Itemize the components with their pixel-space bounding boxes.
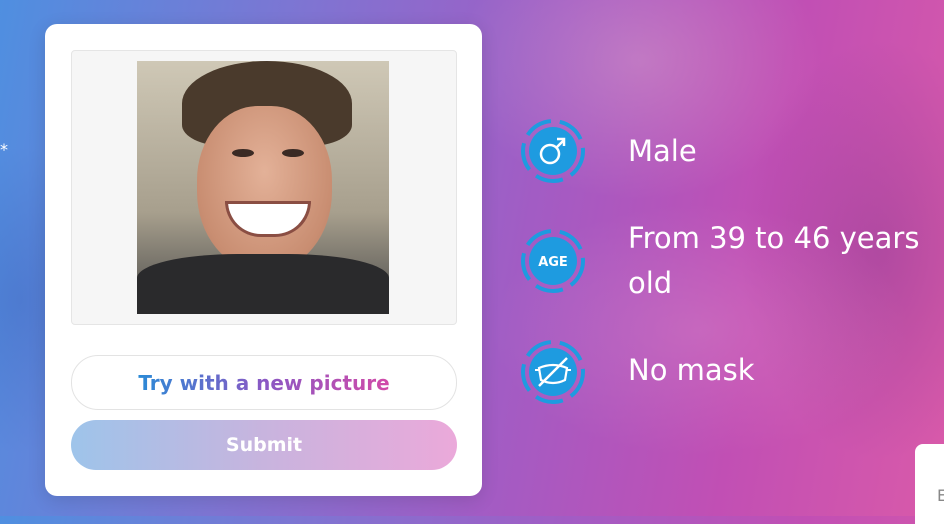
submit-label: Submit xyxy=(225,434,303,456)
uploaded-face-photo xyxy=(137,61,389,314)
submit-button[interactable]: Submit xyxy=(71,420,457,470)
age-result-text: From 39 to 46 years old xyxy=(628,216,919,306)
mask-off-icon xyxy=(521,340,585,404)
gender-result-text: Male xyxy=(628,134,697,168)
age-result-line1: From 39 to 46 years xyxy=(628,221,920,255)
upload-card: Try with a new picture Submit xyxy=(45,24,482,496)
age-result-line2: old xyxy=(628,266,673,300)
mask-result-text: No mask xyxy=(628,353,755,387)
try-new-picture-label: Try with a new picture xyxy=(138,370,390,395)
age-badge-icon: AGE xyxy=(521,229,585,293)
corner-panel-tab[interactable]: E xyxy=(915,444,944,524)
male-symbol-icon xyxy=(521,119,585,183)
try-new-picture-button[interactable]: Try with a new picture xyxy=(71,355,457,410)
age-badge-label: AGE xyxy=(538,255,568,270)
decorative-asterisk: * xyxy=(0,140,8,159)
corner-panel-label: E xyxy=(937,486,944,505)
image-preview-area xyxy=(71,50,457,325)
